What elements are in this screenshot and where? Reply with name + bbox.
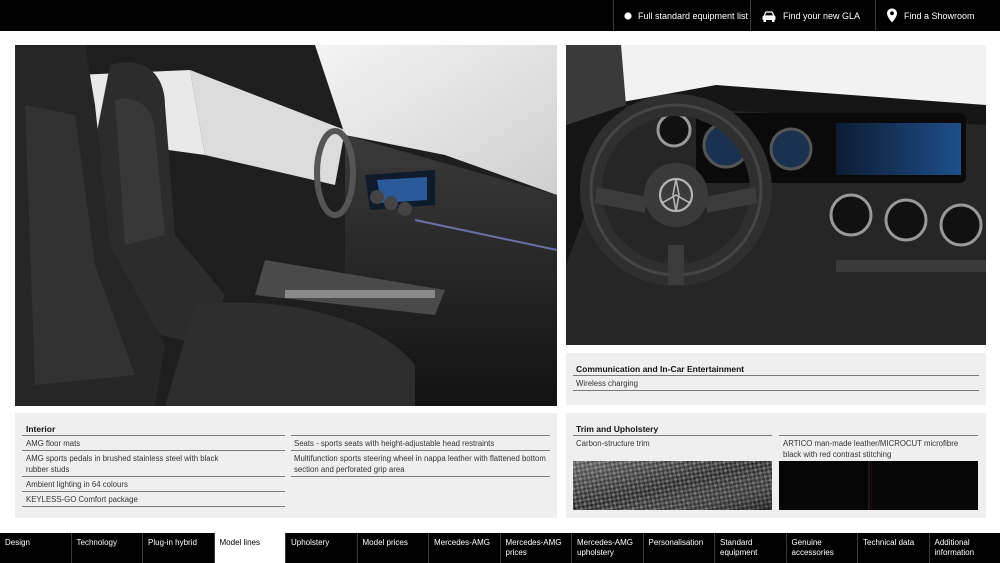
nav-mercedes-amg[interactable]: Mercedes-AMG xyxy=(429,533,501,563)
divider xyxy=(573,390,979,391)
divider xyxy=(22,506,285,507)
dot-icon xyxy=(624,11,632,20)
list-item: AMG floor mats xyxy=(26,439,81,448)
carbon-trim-swatch xyxy=(573,461,772,510)
divider xyxy=(291,435,550,436)
list-item: Wireless charging xyxy=(576,379,638,388)
nav-genuine-accessories[interactable]: Genuine accessories xyxy=(787,533,858,563)
nav-additional-information[interactable]: Additional information xyxy=(930,533,1000,563)
divider xyxy=(779,435,978,436)
interior-panel: Interior AMG floor mats AMG sports pedal… xyxy=(15,413,557,518)
list-item: Seats - sports seats with height-adjusta… xyxy=(294,439,495,448)
list-item: Ambient lighting in 64 colours xyxy=(26,480,128,489)
list-item: KEYLESS-GO Comfort package xyxy=(26,495,138,504)
nav-plug-in-hybrid[interactable]: Plug-in hybrid xyxy=(143,533,215,563)
communication-panel: Communication and In-Car Entertainment W… xyxy=(566,353,986,405)
divider xyxy=(573,375,979,376)
standard-equipment-link[interactable]: Full standard equipment list xyxy=(613,0,750,31)
nav-standard-equipment[interactable]: Standard equipment xyxy=(715,533,787,563)
nav-upholstery[interactable]: Upholstery xyxy=(286,533,358,563)
divider xyxy=(573,435,772,436)
nav-technical-data[interactable]: Technical data xyxy=(858,533,930,563)
trim-title: Trim and Upholstery xyxy=(576,424,659,434)
divider xyxy=(291,450,550,451)
interior-title: Interior xyxy=(26,424,56,434)
artico-upholstery-swatch xyxy=(779,461,978,510)
bottom-navigation: Design Technology Plug-in hybrid Model l… xyxy=(0,533,1000,563)
location-pin-icon xyxy=(886,8,898,23)
standard-equipment-label: Full standard equipment list xyxy=(638,10,749,21)
divider xyxy=(291,476,550,477)
nav-technology[interactable]: Technology xyxy=(72,533,143,563)
divider xyxy=(22,476,285,477)
top-bar: Full standard equipment list Find your n… xyxy=(0,0,1000,31)
communication-title: Communication and In-Car Entertainment xyxy=(576,364,745,374)
divider xyxy=(22,450,285,451)
list-item: Multifunction sports steering wheel in n… xyxy=(294,454,546,474)
trim-panel: Trim and Upholstery Carbon-structure tri… xyxy=(566,413,986,518)
divider xyxy=(22,435,285,436)
nav-model-lines[interactable]: Model lines xyxy=(214,533,286,563)
steering-wheel-photo xyxy=(566,45,986,345)
divider xyxy=(22,491,285,492)
find-gla-link[interactable]: Find your new GLA xyxy=(750,0,875,31)
nav-personalisation[interactable]: Personalisation xyxy=(644,533,715,563)
trim-item-artico: ARTICO man-made leather/MICROCUT microfi… xyxy=(783,439,959,459)
trim-item-carbon: Carbon-structure trim xyxy=(576,439,650,448)
find-showroom-link[interactable]: Find a Showroom xyxy=(875,0,1000,31)
interior-seats-photo xyxy=(15,45,557,406)
list-item: AMG sports pedals in brushed stainless s… xyxy=(26,454,219,474)
find-gla-label: Find your new GLA xyxy=(783,10,861,21)
nav-mercedes-amg-upholstery[interactable]: Mercedes-AMG upholstery xyxy=(572,533,644,563)
nav-model-prices[interactable]: Model prices xyxy=(358,533,429,563)
nav-design[interactable]: Design xyxy=(0,533,72,563)
car-icon xyxy=(761,9,777,23)
nav-mercedes-amg-prices[interactable]: Mercedes-AMG prices xyxy=(501,533,572,563)
find-showroom-label: Find a Showroom xyxy=(904,10,975,21)
